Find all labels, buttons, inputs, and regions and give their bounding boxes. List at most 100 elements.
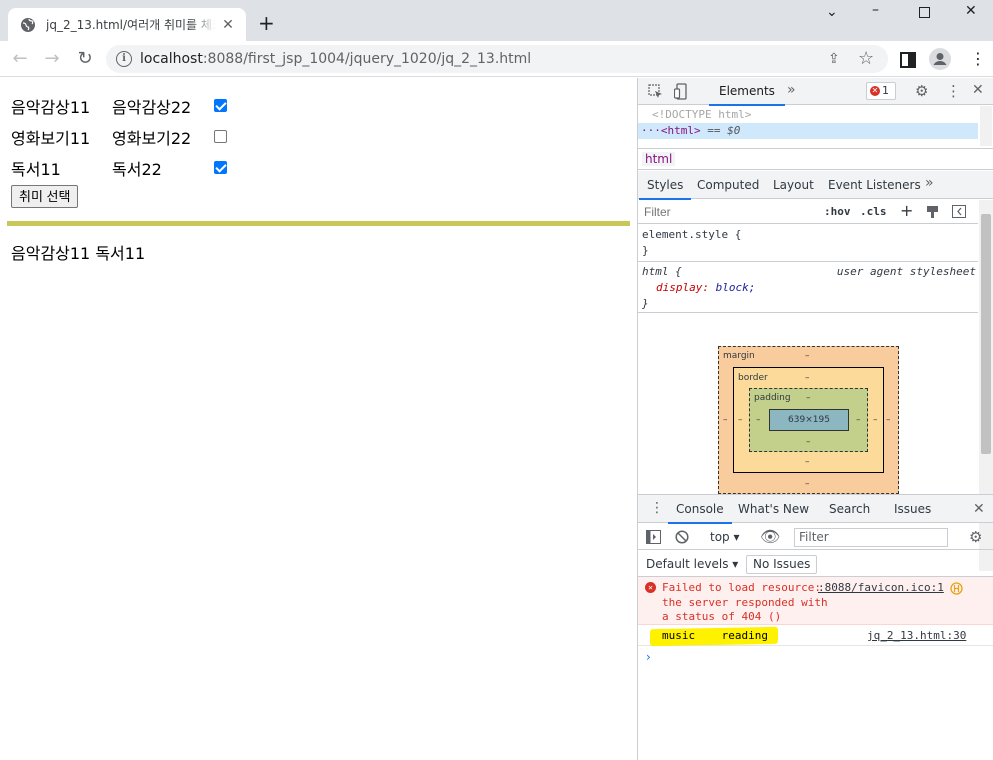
hobby-checkbox[interactable] [214, 161, 227, 174]
hobby-checkbox[interactable] [214, 130, 227, 143]
hobby-label: 영화보기22 [112, 128, 192, 148]
globe-icon [21, 17, 35, 32]
hobby-label: 영화보기11 [11, 128, 91, 148]
ua-stylesheet-label: user agent stylesheet [836, 265, 976, 278]
hobby-label: 음악감상11 [11, 97, 91, 117]
paint-brush-icon[interactable] [926, 205, 939, 218]
error-icon: ✕ [870, 86, 880, 96]
sidebar-toggle-icon[interactable] [952, 205, 966, 218]
clear-console-icon[interactable] [675, 530, 689, 544]
rule-divider [638, 261, 978, 262]
console-sidebar-icon[interactable] [646, 530, 661, 544]
tab-styles[interactable]: Styles [638, 178, 692, 200]
close-drawer-icon[interactable]: ✕ [973, 501, 985, 517]
new-tab-icon[interactable]: + [258, 13, 275, 33]
html-ua-rule[interactable]: html {user agent stylesheet display: blo… [642, 264, 976, 312]
new-style-rule-icon[interactable]: + [900, 201, 913, 220]
url-text[interactable]: localhost:8088/first_jsp_1004/jquery_102… [140, 51, 531, 67]
hobby-row: 독서11 독서22 [9, 152, 229, 183]
more-style-tabs-icon[interactable]: » [925, 175, 934, 191]
hobby-row: 음악감상11 음악감상22 [9, 90, 229, 121]
console-filter-input[interactable]: Filter [794, 528, 948, 547]
back-icon[interactable]: ← [10, 49, 30, 69]
browser-tab[interactable]: jq_2_13.html/여러개 취미를 체크 ✕ [8, 8, 246, 41]
tab-close-icon[interactable]: ✕ [220, 17, 236, 33]
side-panel-icon[interactable] [900, 52, 916, 68]
breadcrumb-html[interactable]: html [642, 152, 676, 166]
devtools-main-toolbar: Elements » ✕ 1 ⚙ ⋮ ✕ [638, 78, 993, 106]
live-expression-eye-icon[interactable]: 👁 [760, 527, 780, 546]
styles-tabbar: Styles Computed Layout Event Listeners » [638, 171, 993, 200]
dom-scrollbar[interactable] [980, 106, 992, 146]
error-text: Failed to load resource: the server resp… [662, 581, 828, 623]
styles-filter-input[interactable] [642, 203, 814, 221]
dom-tree: <!DOCTYPE html> ···<html> == $0 [638, 106, 993, 148]
hov-toggle[interactable]: :hov [824, 205, 851, 218]
default-levels-dropdown[interactable]: Default levels ▾ [646, 557, 738, 571]
settings-gear-icon[interactable]: ⚙ [915, 82, 928, 100]
web-page: 음악감상11 음악감상22 영화보기11 영화보기22 독서11 독서22 취미… [0, 78, 637, 760]
tab-console[interactable]: Console [668, 502, 732, 524]
rule-divider [638, 312, 978, 313]
tab-event-listeners[interactable]: Event Listeners [828, 178, 921, 192]
tab-strip: jq_2_13.html/여러개 취미를 체크 ✕ + ⌄ – ✕ [0, 0, 993, 41]
box-model-content[interactable]: 639×195 [769, 409, 849, 431]
forward-icon[interactable]: → [42, 49, 62, 69]
share-icon[interactable]: ⇪ [828, 51, 840, 67]
tab-search[interactable]: Search [829, 502, 870, 516]
doctype-node[interactable]: <!DOCTYPE html> [652, 108, 751, 121]
context-selector[interactable]: top ▾ [710, 530, 740, 544]
reload-icon[interactable]: ↻ [75, 49, 95, 69]
network-request-icon[interactable] [950, 582, 963, 595]
devtools-menu-icon[interactable]: ⋮ [946, 82, 961, 100]
maximize-icon[interactable] [919, 7, 930, 18]
device-toolbar-icon[interactable] [674, 83, 688, 100]
breadcrumb: html [638, 148, 993, 170]
bookmark-star-icon[interactable]: ☆ [858, 48, 874, 69]
close-devtools-icon[interactable]: ✕ [972, 82, 984, 98]
log-source-link[interactable]: jq_2_13.html:30 [867, 629, 966, 642]
drawer-menu-icon[interactable]: ⋮ [650, 500, 664, 516]
console-settings-gear-icon[interactable]: ⚙ [969, 528, 982, 546]
close-window-icon[interactable]: ✕ [965, 3, 977, 19]
horizontal-rule [7, 221, 630, 226]
select-hobby-button[interactable]: 취미 선택 [11, 185, 79, 208]
error-source-link[interactable]: :8088/favicon.ico:1 [818, 581, 944, 594]
cls-toggle[interactable]: .cls [860, 205, 887, 218]
box-model-padding[interactable]: padding – – – – 639×195 [749, 388, 868, 452]
console-prompt[interactable]: › [646, 650, 651, 664]
hobby-label: 음악감상22 [112, 97, 192, 117]
inspect-element-icon[interactable] [648, 84, 663, 99]
site-info-icon[interactable]: i [116, 51, 132, 67]
tab-elements[interactable]: Elements [709, 84, 785, 106]
more-tabs-icon[interactable]: » [787, 82, 796, 98]
hobby-label: 독서22 [112, 159, 162, 179]
styles-filter-row: :hov .cls + [638, 200, 978, 224]
box-model-border[interactable]: border – – – – padding – – – – 639×195 [733, 367, 884, 473]
minimize-icon[interactable]: – [872, 2, 879, 18]
hobby-label: 독서11 [11, 159, 61, 179]
html-node-selected[interactable]: ···<html> == $0 [638, 123, 978, 139]
scrollbar-thumb[interactable] [981, 214, 991, 454]
box-model-margin[interactable]: margin – – – – border – – – – padding – … [718, 346, 899, 494]
tab-computed[interactable]: Computed [697, 178, 759, 192]
result-text: 음악감상11 독서11 [11, 244, 146, 263]
tab-layout[interactable]: Layout [773, 178, 814, 192]
hobby-checkbox[interactable] [214, 99, 227, 112]
no-issues-button[interactable]: No Issues [746, 555, 818, 574]
tab-whats-new[interactable]: What's New [738, 502, 809, 516]
console-levels-bar: Default levels ▾ No Issues [638, 551, 993, 577]
menu-kebab-icon[interactable]: ⋮ [970, 49, 986, 68]
error-icon: ✕ [645, 582, 656, 593]
element-style-rule[interactable]: element.style { } [642, 227, 976, 259]
tab-issues[interactable]: Issues [894, 502, 931, 516]
console-drawer: ⋮ Console What's New Search Issues ✕ top… [638, 494, 993, 760]
address-bar[interactable]: i localhost:8088/first_jsp_1004/jquery_1… [106, 45, 888, 73]
console-error-message: ✕ Failed to load resource: the server re… [638, 577, 993, 625]
tab-search-icon[interactable]: ⌄ [826, 4, 838, 20]
hobby-row: 영화보기11 영화보기22 [9, 121, 229, 152]
error-count-badge[interactable]: ✕ 1 [866, 82, 896, 100]
profile-avatar-icon[interactable] [929, 48, 951, 70]
log-text: music reading [662, 629, 768, 642]
hobby-table: 음악감상11 음악감상22 영화보기11 영화보기22 독서11 독서22 [9, 90, 229, 183]
